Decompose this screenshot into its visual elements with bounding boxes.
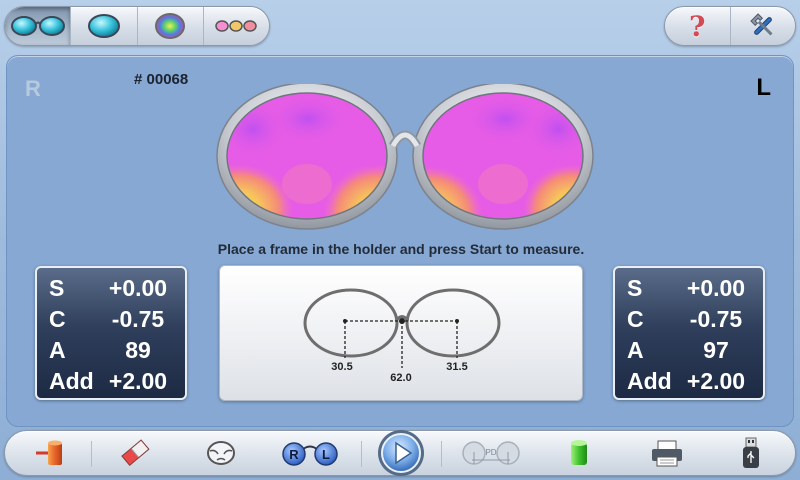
add-value: +2.00: [686, 368, 746, 394]
rl-switch-icon: R L: [282, 442, 338, 466]
pd-measure-icon: PD: [462, 441, 520, 465]
usb-icon: [743, 437, 759, 468]
add-row: Add +2.00: [49, 366, 175, 397]
start-play-icon: [378, 430, 424, 476]
mode-single-lens-button[interactable]: [71, 7, 138, 45]
eraser-icon: [121, 439, 150, 467]
right-pd-value: 30.5: [331, 361, 352, 373]
pd-label: PD: [485, 448, 496, 457]
lens-green-icon: [571, 440, 587, 465]
cylinder-row: C -0.75: [627, 304, 753, 335]
utility-toolbar: ?: [664, 6, 796, 46]
start-button[interactable]: [373, 425, 429, 480]
sphere-row: S +0.00: [49, 273, 175, 304]
usb-export-button[interactable]: [723, 431, 779, 475]
power-map-glasses: [216, 84, 594, 230]
print-button[interactable]: [639, 431, 695, 475]
frame-shape-button[interactable]: [193, 431, 249, 475]
rl-right-label: R: [289, 447, 299, 462]
color-map-icon: [155, 13, 186, 39]
add-row: Add +2.00: [627, 366, 753, 397]
total-pd-value: 62.0: [390, 372, 411, 384]
single-lens-icon: [87, 14, 120, 38]
three-lenses-icon: [215, 20, 258, 32]
right-side-indicator: R: [25, 76, 41, 101]
right-lens-values: S +0.00 C -0.75 A 89 Add +2.00: [35, 266, 187, 400]
cylinder-row: C -0.75: [49, 304, 175, 335]
mode-color-map-button[interactable]: [138, 7, 204, 45]
left-lens-values: S +0.00 C -0.75 A 97 Add +2.00: [613, 266, 765, 400]
bottom-toolbar: R L PD: [4, 430, 796, 476]
help-button[interactable]: ?: [665, 7, 731, 45]
toolbar-divider: [441, 441, 442, 467]
axis-label: A: [49, 337, 66, 363]
cylinder-value: -0.75: [689, 306, 743, 332]
exit-icon: [36, 440, 62, 465]
lens-mode-button[interactable]: [551, 431, 607, 475]
instruction-text: Place a frame in the holder and press St…: [217, 241, 585, 257]
mode-multi-lens-button[interactable]: [204, 7, 269, 45]
pd-measure-button[interactable]: PD: [451, 431, 531, 475]
add-label: Add: [627, 368, 672, 394]
axis-row: A 97: [627, 335, 753, 366]
add-value: +2.00: [108, 368, 168, 394]
help-icon: ?: [689, 9, 706, 43]
cylinder-label: C: [49, 306, 66, 332]
job-number: # 00068: [134, 71, 189, 88]
rl-switch-button[interactable]: R L: [275, 431, 345, 475]
sphere-value: +0.00: [686, 275, 746, 301]
clear-button[interactable]: [105, 431, 165, 475]
cylinder-value: -0.75: [111, 306, 165, 332]
mode-two-lenses-button[interactable]: [5, 7, 72, 45]
two-lenses-icon: [10, 16, 65, 36]
cylinder-label: C: [627, 306, 644, 332]
tools-icon: [750, 13, 773, 36]
exit-button[interactable]: [21, 431, 81, 475]
toolbar-divider: [361, 441, 362, 467]
axis-label: A: [627, 337, 644, 363]
toolbar-divider: [91, 441, 92, 467]
left-pd-value: 31.5: [446, 361, 467, 373]
measurement-panel: R L # 00068 Place a frame in the holder …: [6, 55, 794, 427]
axis-value: 89: [125, 337, 151, 363]
sphere-label: S: [627, 275, 643, 301]
frame-outline: 30.5 62.0 31.5: [303, 288, 501, 384]
axis-row: A 89: [49, 335, 175, 366]
rl-left-label: L: [322, 447, 330, 462]
axis-value: 97: [703, 337, 729, 363]
printer-icon: [652, 440, 682, 467]
left-side-indicator: L: [756, 74, 771, 101]
frame-pd-diagram: 30.5 62.0 31.5: [219, 265, 583, 401]
sphere-value: +0.00: [108, 275, 168, 301]
sphere-label: S: [49, 275, 65, 301]
mode-toolbar: [4, 6, 270, 46]
frame-shape-icon: [207, 441, 235, 465]
settings-button[interactable]: [731, 7, 796, 45]
sphere-row: S +0.00: [627, 273, 753, 304]
add-label: Add: [49, 368, 94, 394]
